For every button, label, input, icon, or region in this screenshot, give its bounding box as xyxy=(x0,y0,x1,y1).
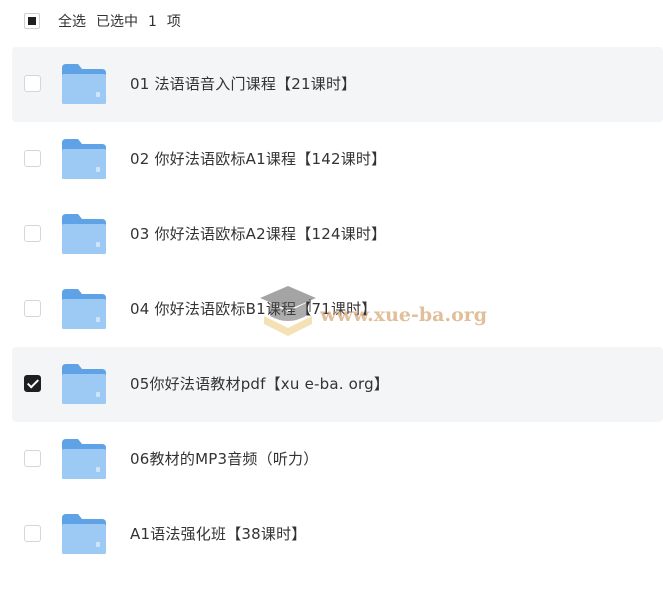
folder-icon xyxy=(62,514,106,554)
selection-toolbar: 全选 已选中 1 项 xyxy=(0,0,663,44)
item-checkbox-checked[interactable] xyxy=(24,375,41,392)
item-checkbox[interactable] xyxy=(24,525,41,542)
select-all-checkbox[interactable] xyxy=(24,13,40,29)
list-item[interactable]: 03 你好法语欧标A2课程【124课时】 xyxy=(12,197,663,272)
file-name[interactable]: 01 法语语音入门课程【21课时】 xyxy=(130,73,356,94)
file-name[interactable]: 02 你好法语欧标A1课程【142课时】 xyxy=(130,148,386,169)
folder-icon xyxy=(62,139,106,179)
item-checkbox[interactable] xyxy=(24,450,41,467)
selection-summary: 全选 已选中 1 项 xyxy=(58,11,191,31)
list-item[interactable]: 02 你好法语欧标A1课程【142课时】 xyxy=(12,122,663,197)
folder-icon xyxy=(62,364,106,404)
file-name[interactable]: 05你好法语教材pdf【xu e-ba. org】 xyxy=(130,373,389,394)
item-checkbox[interactable] xyxy=(24,75,41,92)
file-name[interactable]: 03 你好法语欧标A2课程【124课时】 xyxy=(130,223,386,244)
file-name[interactable]: A1语法强化班【38课时】 xyxy=(130,523,307,544)
list-item[interactable]: 04 你好法语欧标B1课程【71课时】 xyxy=(12,272,663,347)
selected-count: 1 xyxy=(148,14,157,30)
file-list: 01 法语语音入门课程【21课时】 02 你好法语欧标A1课程【142课时】 0… xyxy=(12,47,663,572)
list-item[interactable]: 06教材的MP3音频（听力） xyxy=(12,422,663,497)
item-checkbox[interactable] xyxy=(24,300,41,317)
list-item[interactable]: A1语法强化班【38课时】 xyxy=(12,497,663,572)
select-all-label[interactable]: 全选 xyxy=(58,14,86,30)
list-item[interactable]: 05你好法语教材pdf【xu e-ba. org】 xyxy=(12,347,663,422)
list-item[interactable]: 01 法语语音入门课程【21课时】 xyxy=(12,47,663,122)
item-checkbox[interactable] xyxy=(24,150,41,167)
file-name[interactable]: 04 你好法语欧标B1课程【71课时】 xyxy=(130,298,377,319)
folder-icon xyxy=(62,439,106,479)
folder-icon xyxy=(62,214,106,254)
folder-icon xyxy=(62,64,106,104)
item-checkbox[interactable] xyxy=(24,225,41,242)
selected-unit: 项 xyxy=(166,14,181,30)
file-name[interactable]: 06教材的MP3音频（听力） xyxy=(130,448,318,469)
selected-text: 已选中 xyxy=(96,14,138,30)
folder-icon xyxy=(62,289,106,329)
